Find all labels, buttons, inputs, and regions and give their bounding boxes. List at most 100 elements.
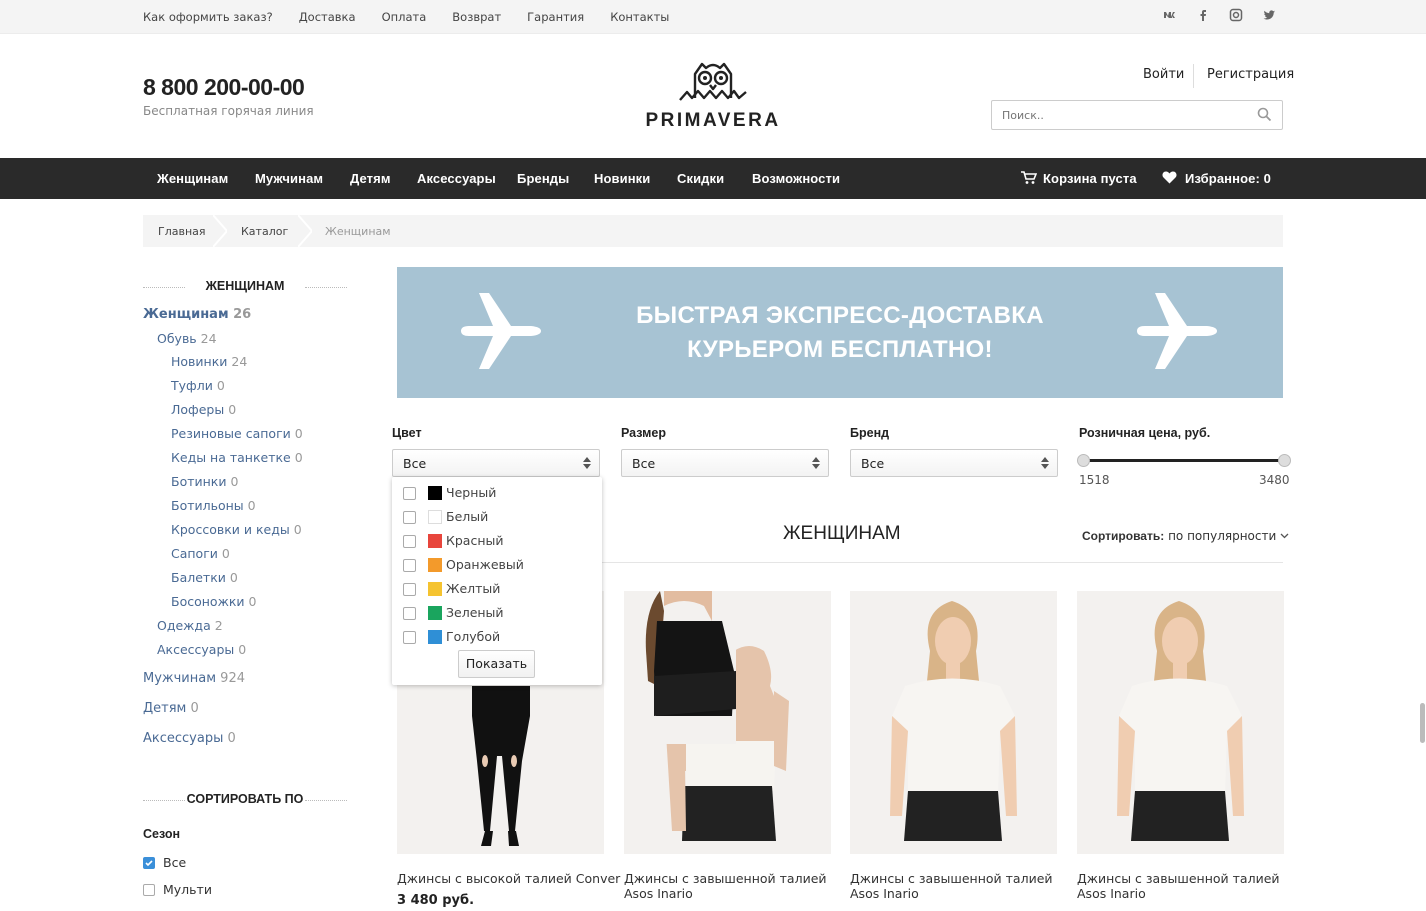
category-count: 0 <box>228 402 237 417</box>
search-input[interactable] <box>992 101 1242 129</box>
top-link-delivery[interactable]: Доставка <box>299 10 356 24</box>
nav-item-sale[interactable]: Скидки <box>677 171 724 186</box>
nav-item-women[interactable]: Женщинам <box>157 171 228 186</box>
breadcrumb-separator <box>213 215 227 247</box>
instagram-icon[interactable] <box>1229 8 1243 22</box>
show-button[interactable]: Показать <box>458 650 535 678</box>
product-name-line: Asos Inario <box>624 886 693 901</box>
category-count: 924 <box>220 671 245 686</box>
sidebar-item-women-accessories[interactable]: Аксессуары 0 <box>157 642 246 657</box>
sidebar-item-wedge-sneakers[interactable]: Кеды на танкетке 0 <box>171 450 303 465</box>
product-image[interactable] <box>624 591 831 854</box>
product-name[interactable]: Джинсы с высокой талией Conver <box>397 871 620 886</box>
breadcrumb-separator <box>298 215 312 247</box>
top-link-contacts[interactable]: Контакты <box>610 10 669 24</box>
twitter-icon[interactable] <box>1262 8 1276 22</box>
cart-label: Корзина пуста <box>1043 171 1137 186</box>
product-name[interactable]: Джинсы с завышенной талией Asos Inario <box>850 871 1053 901</box>
product-image[interactable] <box>850 591 1057 854</box>
sidebar-item-pumps[interactable]: Туфли 0 <box>171 378 225 393</box>
select-arrows-icon <box>583 457 591 469</box>
season-heading: Сезон <box>143 827 181 841</box>
sidebar-item-ballet-flats[interactable]: Балетки 0 <box>171 570 238 585</box>
sidebar-item-boots[interactable]: Ботинки 0 <box>171 474 238 489</box>
sidebar-item-kids[interactable]: Детям 0 <box>143 701 199 716</box>
product-image[interactable] <box>1077 591 1284 854</box>
category-count: 24 <box>200 331 217 346</box>
nav-item-kids[interactable]: Детям <box>350 171 391 186</box>
facebook-icon[interactable] <box>1196 8 1210 22</box>
season-all-label[interactable]: Все <box>163 855 186 870</box>
sidebar-item-loafers[interactable]: Лоферы 0 <box>171 402 236 417</box>
color-checkbox[interactable] <box>403 535 416 548</box>
season-all-checkbox[interactable] <box>143 857 155 869</box>
sidebar-item-men[interactable]: Мужчинам 924 <box>143 671 245 686</box>
size-filter-select[interactable]: Все <box>621 449 829 477</box>
sidebar-item-new[interactable]: Новинки 24 <box>171 354 247 369</box>
category-count: 0 <box>216 378 225 393</box>
nav-item-brands[interactable]: Бренды <box>517 171 569 186</box>
color-checkbox[interactable] <box>403 511 416 524</box>
price-slider-track[interactable] <box>1083 459 1284 462</box>
sidebar-item-accessories[interactable]: Аксессуары 0 <box>143 731 236 746</box>
site-logo[interactable]: PRIMAVERA <box>640 60 786 132</box>
sidebar-item-women[interactable]: Женщинам 26 <box>143 307 251 322</box>
search-icon[interactable] <box>1257 107 1272 126</box>
category-count: 0 <box>230 474 239 489</box>
top-link-how-to-order[interactable]: Как оформить заказ? <box>143 10 273 24</box>
sidebar-item-rubber-boots[interactable]: Резиновые сапоги 0 <box>171 426 303 441</box>
login-link[interactable]: Войти <box>1143 67 1184 82</box>
product-name-line: Asos Inario <box>1077 886 1146 901</box>
favorites-link[interactable]: Избранное: 0 <box>1162 171 1271 186</box>
register-link[interactable]: Регистрация <box>1207 67 1294 82</box>
size-filter-label: Размер <box>621 426 667 440</box>
color-checkbox[interactable] <box>403 559 416 572</box>
sidebar-item-ankle-boots[interactable]: Ботильоны 0 <box>171 498 256 513</box>
color-option-label: Белый <box>446 509 489 524</box>
top-link-warranty[interactable]: Гарантия <box>527 10 584 24</box>
color-filter-select[interactable]: Все <box>392 449 600 477</box>
sidebar-item-sandals[interactable]: Босоножки 0 <box>171 594 256 609</box>
category-label: Кеды на танкетке <box>171 450 291 465</box>
breadcrumb-catalog[interactable]: Каталог <box>241 225 288 238</box>
sidebar-item-high-boots[interactable]: Сапоги 0 <box>171 546 230 561</box>
cart-icon <box>1021 171 1038 184</box>
banner-line-1: БЫСТРАЯ ЭКСПРЕСС-ДОСТАВКА <box>636 302 1044 329</box>
color-checkbox[interactable] <box>403 607 416 620</box>
nav-item-accessories[interactable]: Аксессуары <box>417 171 496 186</box>
sort-control[interactable]: Сортировать: по популярности <box>1082 529 1289 543</box>
nav-item-men[interactable]: Мужчинам <box>255 171 323 186</box>
price-slider-min-handle[interactable] <box>1077 454 1090 467</box>
top-link-payment[interactable]: Оплата <box>382 10 427 24</box>
vk-icon[interactable] <box>1163 8 1177 22</box>
nav-item-features[interactable]: Возможности <box>752 171 840 186</box>
sidebar-item-shoes[interactable]: Обувь 24 <box>157 331 217 346</box>
category-count: 0 <box>227 731 236 746</box>
banner-line-2: КУРЬЕРОМ БЕСПЛАТНО! <box>687 336 993 363</box>
color-checkbox[interactable] <box>403 631 416 644</box>
cart-link[interactable]: Корзина пуста <box>1021 171 1137 186</box>
product-name-line: Джинсы с завышенной талией <box>624 871 827 886</box>
brand-filter-select[interactable]: Все <box>850 449 1058 477</box>
category-label: Женщинам <box>143 307 229 322</box>
color-checkbox[interactable] <box>403 583 416 596</box>
top-link-return[interactable]: Возврат <box>452 10 501 24</box>
color-checkbox[interactable] <box>403 487 416 500</box>
product-name[interactable]: Джинсы с завышенной талией Asos Inario <box>624 871 827 901</box>
category-label: Ботинки <box>171 474 227 489</box>
breadcrumb-home[interactable]: Главная <box>158 225 206 238</box>
sidebar-heading: ЖЕНЩИНАМ <box>143 279 347 293</box>
sidebar-item-sneakers[interactable]: Кроссовки и кеды 0 <box>171 522 302 537</box>
sidebar-item-clothing[interactable]: Одежда 2 <box>157 618 223 633</box>
page-scrollbar[interactable] <box>1420 703 1425 743</box>
product-name[interactable]: Джинсы с завышенной талией Asos Inario <box>1077 871 1280 901</box>
category-label: Обувь <box>157 331 197 346</box>
hotline-phone[interactable]: 8 800 200-00-00 <box>143 74 305 101</box>
promo-banner[interactable]: БЫСТРАЯ ЭКСПРЕСС-ДОСТАВКА КУРЬЕРОМ БЕСПЛ… <box>397 267 1283 398</box>
price-slider-max-handle[interactable] <box>1278 454 1291 467</box>
hotline-caption: Бесплатная горячая линия <box>143 104 314 118</box>
favorites-label: Избранное: 0 <box>1185 171 1271 186</box>
season-multi-label[interactable]: Мульти <box>163 882 212 897</box>
season-multi-checkbox[interactable] <box>143 884 155 896</box>
nav-item-new[interactable]: Новинки <box>594 171 650 186</box>
